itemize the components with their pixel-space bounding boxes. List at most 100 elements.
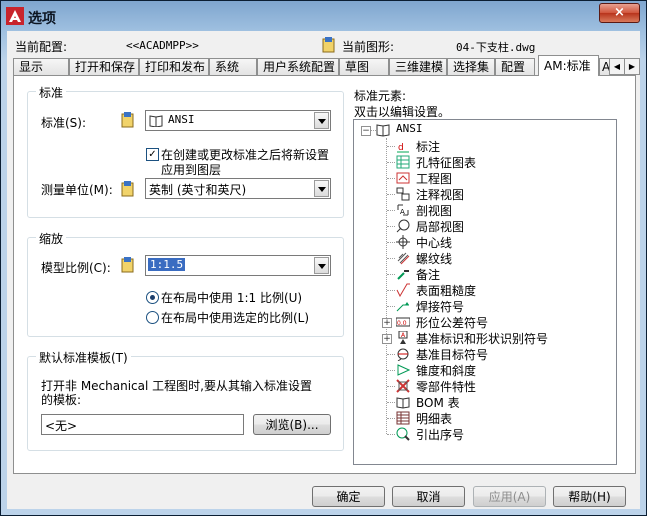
root-collapse-icon[interactable]: − xyxy=(361,126,371,136)
model-scale-label: 模型比例(C): xyxy=(41,261,111,275)
layout-1to1-label: 在布局中使用 1:1 比例(U) xyxy=(161,291,303,305)
help-button[interactable]: 帮助(H) xyxy=(553,486,626,507)
cancel-button[interactable]: 取消 xyxy=(392,486,465,507)
tree-expand-icon[interactable]: + xyxy=(382,334,392,344)
autocad-app-icon xyxy=(6,7,24,25)
tree-item-label: 明细表 xyxy=(416,412,453,426)
elements-hint: 双击以编辑设置。 xyxy=(354,105,451,119)
tree-item-label: BOM 表 xyxy=(416,396,460,410)
model-scale-value: 1:1.5 xyxy=(148,258,186,271)
tab-plot-publish[interactable]: 打印和发布 xyxy=(139,58,209,75)
units-combo-arrow-icon[interactable] xyxy=(314,180,329,197)
tree-item-label: 备注 xyxy=(416,268,441,282)
annotation-view-icon xyxy=(396,187,410,201)
tree-item-label: 螺纹线 xyxy=(416,252,453,266)
note-icon xyxy=(397,270,409,280)
close-button[interactable]: × xyxy=(599,3,640,23)
tree-item-label: 局部视图 xyxy=(416,220,465,234)
title-bar[interactable]: 选项 × xyxy=(1,1,646,31)
datum-target-icon xyxy=(397,348,409,361)
surface-texture-icon xyxy=(396,283,410,297)
tab-3d-modeling[interactable]: 三维建模 xyxy=(389,58,447,75)
layout-1to1-radio[interactable] xyxy=(146,291,159,304)
bom-icon xyxy=(396,397,410,409)
template-desc-line1: 打开非 Mechanical 工程图时,要从其输入标准设置 xyxy=(41,379,312,393)
standard-combo-value: ANSI xyxy=(168,113,195,126)
standard-group-title: 标准 xyxy=(36,84,67,101)
tree-item-label: 基准标识和形状识别符号 xyxy=(416,332,549,346)
standard-combo-arrow-icon[interactable] xyxy=(314,112,329,129)
layout-selected-scale-radio[interactable] xyxy=(146,311,159,324)
browse-button[interactable]: 浏览(B)... xyxy=(253,414,331,435)
tab-profiles[interactable]: 配置 xyxy=(495,58,535,75)
tab-system[interactable]: 系统 xyxy=(209,58,257,75)
hole-chart-icon xyxy=(396,155,410,169)
drawing-value: 04-下支柱.dwg xyxy=(456,41,536,54)
centerline-icon xyxy=(396,235,410,249)
ansi-book-icon xyxy=(376,124,390,137)
tree-item-label: 中心线 xyxy=(416,236,453,250)
drawing-file-icon xyxy=(322,37,335,53)
tab-open-save[interactable]: 打开和保存 xyxy=(69,58,139,75)
ok-button[interactable]: 确定 xyxy=(312,486,385,507)
tab-am-standards[interactable]: AM:标准 xyxy=(538,55,599,76)
template-group-title: 默认标准模板(T) xyxy=(36,349,131,366)
tree-item-label: 工程图 xyxy=(416,172,453,186)
tab-user-preferences[interactable]: 用户系统配置 xyxy=(257,58,339,75)
apply-to-layers-label-line2: 应用到图层 xyxy=(161,163,222,177)
tree-item-label: 形位公差符号 xyxy=(416,316,489,330)
standard-book-icon xyxy=(149,115,163,127)
tab-selection[interactable]: 选择集 xyxy=(447,58,495,75)
tree-item-label: 注释视图 xyxy=(416,188,465,202)
template-path-value: <无> xyxy=(45,419,78,433)
tree-expand-icon[interactable]: + xyxy=(382,318,392,328)
tree-item-label: 标注 xyxy=(416,140,441,154)
tree-item-label: 锥度和斜度 xyxy=(416,364,477,378)
svg-text:A: A xyxy=(400,208,405,216)
tab-drafting[interactable]: 草图 xyxy=(339,58,389,75)
scale-group-title: 缩放 xyxy=(36,230,67,247)
standard-combo[interactable]: ANSI xyxy=(145,110,331,131)
apply-button[interactable]: 应用(A) xyxy=(473,486,546,507)
svg-text:0.0: 0.0 xyxy=(397,320,407,327)
dimension-icon: d xyxy=(397,143,409,153)
units-file-icon xyxy=(121,181,134,197)
template-desc-line2: 的模板: xyxy=(41,393,82,407)
balloon-icon xyxy=(396,427,410,441)
standard-label: 标准(S): xyxy=(41,116,87,130)
part-properties-icon xyxy=(396,379,410,393)
model-scale-arrow-icon[interactable] xyxy=(314,257,329,274)
model-scale-combo[interactable]: 1:1.5 xyxy=(145,255,331,276)
tree-item-label: 表面粗糙度 xyxy=(416,284,477,298)
tree-item-label: 焊接符号 xyxy=(416,300,465,314)
options-dialog: 选项 × 当前配置: <<ACADMPP>> 当前图形: 04-下支柱.dwg … xyxy=(0,0,647,516)
units-combo[interactable]: 英制 (英寸和英尺) xyxy=(145,178,331,199)
template-path-field[interactable]: <无> xyxy=(41,414,244,435)
weld-symbol-icon xyxy=(396,302,409,312)
units-combo-value: 英制 (英寸和英尺) xyxy=(149,183,247,197)
thread-icon xyxy=(397,252,410,265)
drawing-icon xyxy=(396,172,410,184)
tree-item-label: 引出序号 xyxy=(416,428,465,442)
section-view-icon: A xyxy=(397,204,409,216)
drawing-label: 当前图形: xyxy=(342,40,395,54)
window-title: 选项 xyxy=(28,11,56,27)
fcf-icon: 0.0 xyxy=(396,317,410,327)
tree-item-label: 孔特征图表 xyxy=(416,156,477,170)
standard-file-icon xyxy=(121,112,134,128)
tree-item-label: 剖视图 xyxy=(416,204,453,218)
tree-item-label: 基准目标符号 xyxy=(416,348,489,362)
standard-elements-tree[interactable]: − ANSI d 标注 孔特征图表 工程图 注释视图 A 剖视图 局部视图 中心线 螺纹线 备注 表面… xyxy=(353,119,617,465)
tab-display[interactable]: 显示 xyxy=(13,58,69,75)
tab-scroll-right-button[interactable]: ▶ xyxy=(624,58,640,75)
layout-selected-scale-label: 在布局中使用选定的比例(L) xyxy=(161,311,310,325)
apply-to-layers-checkbox[interactable]: ✓ xyxy=(146,148,159,161)
profile-value: <<ACADMPP>> xyxy=(126,39,199,52)
taper-slope-icon xyxy=(397,364,410,376)
tab-scroll-left-button[interactable]: ◀ xyxy=(609,58,625,75)
units-label: 测量单位(M): xyxy=(41,183,113,197)
scale-file-icon xyxy=(121,257,134,273)
profile-label: 当前配置: xyxy=(15,40,68,54)
tree-item-label: 零部件特性 xyxy=(416,380,477,394)
detail-view-icon xyxy=(396,219,410,233)
